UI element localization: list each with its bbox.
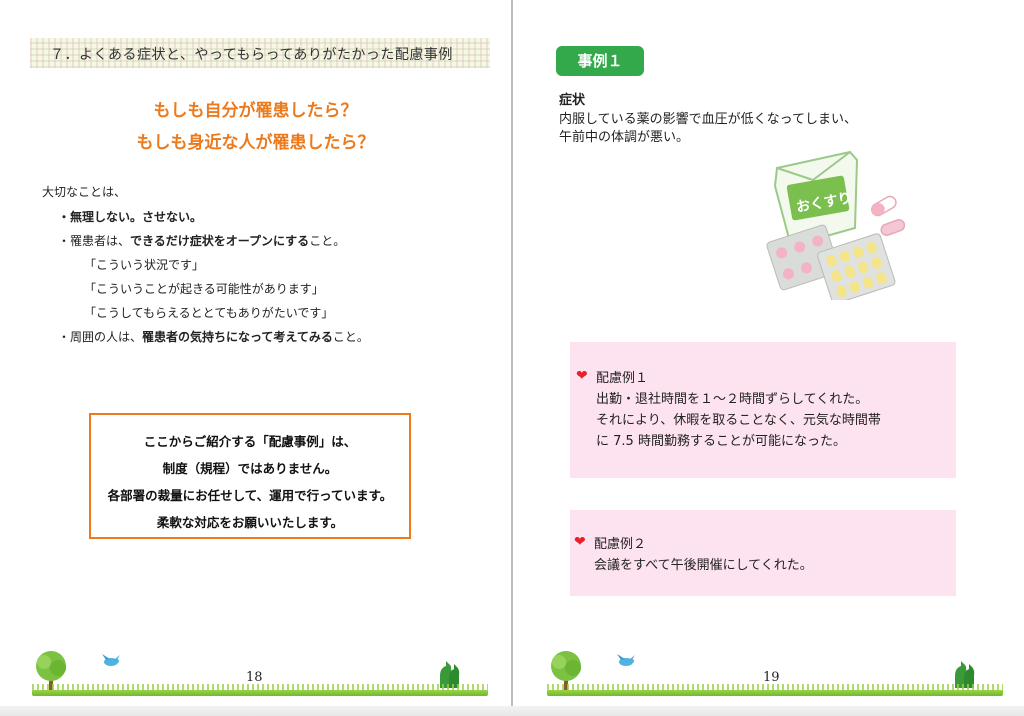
example-line: 会議をすべて午後開催にしてくれた。	[594, 558, 813, 573]
headline-self: もしも自分が罹患したら？	[153, 101, 358, 121]
grass-ground	[547, 690, 1003, 696]
notice-line: 制度（規程）ではありません。	[162, 461, 338, 476]
quote-situation: 「こういう状況です」	[84, 258, 205, 272]
headline-others: もしも身近な人が罹患したら？	[136, 133, 375, 153]
bullet-empathy-suffix: こと。	[332, 330, 369, 344]
accommodation-example-2: ❤ 配慮例２ 会議をすべて午後開催にしてくれた。	[570, 510, 956, 596]
example-title: 配慮例２	[594, 537, 647, 552]
grass-ground	[32, 690, 488, 696]
heart-icon: ❤	[574, 534, 586, 550]
quote-request: 「こうしてもらえるととてもありがたいです」	[84, 306, 334, 320]
page-footer: 19	[543, 642, 1003, 702]
symptom-text: 午前中の体調が悪い。	[559, 130, 690, 145]
bird-icon	[617, 654, 635, 666]
example-title: 配慮例１	[596, 371, 649, 386]
bullet-open-suffix: こと。	[309, 234, 346, 248]
example-line: に 7.5 時間勤務することが可能になった。	[596, 434, 846, 449]
left-page: ７．よくある症状と、やってもらってありがたかった配慮事例 もしも自分が罹患したら…	[0, 0, 511, 716]
bullet-open-symptoms: ・罹患者は、できるだけ症状をオープンにすること。	[58, 232, 345, 249]
symptom-text: 内服している薬の影響で血圧が低くなってしまい、	[559, 112, 857, 127]
notice-box: ここからご紹介する「配慮事例」は、 制度（規程）ではありません。 各部署の裁量に…	[89, 413, 411, 539]
example-line: 出勤・退社時間を１～２時間ずらしてくれた。	[596, 392, 869, 407]
bullet-open-prefix: ・罹患者は、	[58, 234, 131, 248]
bullet-empathy-bold: 罹患者の気持ちになって考えてみる	[142, 330, 333, 344]
page-number: 19	[763, 670, 780, 685]
notice-line: 柔軟な対応をお願いいたします。	[156, 515, 344, 530]
page-footer: 18	[28, 642, 488, 702]
heart-icon: ❤	[576, 368, 588, 384]
case-badge: 事例１	[556, 46, 644, 76]
bullet-empathy: ・周囲の人は、罹患者の気持ちになって考えてみること。	[58, 328, 369, 345]
bullet-open-bold: できるだけ症状をオープンにする	[130, 234, 310, 248]
page-bottom-edge	[0, 706, 1024, 716]
right-page: 事例１ 症状 内服している薬の影響で血圧が低くなってしまい、 午前中の体調が悪い…	[513, 0, 1024, 716]
symptom-label: 症状	[559, 93, 586, 108]
medicine-illustration: おくすり	[766, 150, 905, 300]
notice-line: 各部署の裁量にお任せして、運用で行っています。	[107, 488, 393, 503]
notice-line: ここからご紹介する「配慮事例」は、	[143, 434, 357, 449]
bird-icon	[102, 654, 120, 666]
quote-possibility: 「こういうことが起きる可能性があります」	[84, 282, 324, 296]
intro-text: 大切なことは、	[42, 185, 127, 199]
bullet-empathy-prefix: ・周囲の人は、	[58, 330, 143, 344]
page-number: 18	[246, 670, 263, 685]
chapter-title: ７．よくある症状と、やってもらってありがたかった配慮事例	[50, 47, 453, 63]
accommodation-example-1: ❤ 配慮例１ 出勤・退社時間を１～２時間ずらしてくれた。 それにより、休暇を取る…	[570, 342, 956, 478]
bullet-no-overwork: ・無理しない。させない。	[58, 210, 203, 224]
example-line: それにより、休暇を取ることなく、元気な時間帯	[596, 413, 881, 428]
